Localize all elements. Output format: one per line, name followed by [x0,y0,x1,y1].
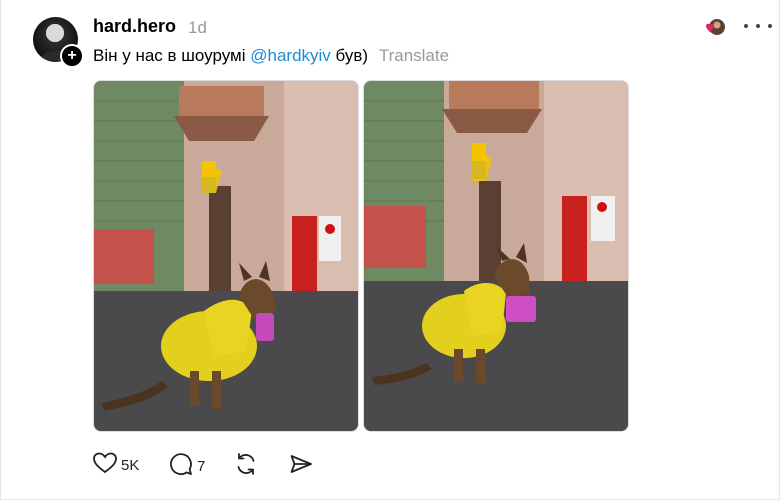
post-photo-2[interactable] [363,80,629,432]
follow-plus-icon[interactable]: + [60,44,84,68]
caption-text-end: був) [330,46,369,65]
caption-text: Він у нас в шоурумі [93,46,251,65]
dog-photo-1 [94,81,358,431]
repost-icon [234,452,258,481]
share-icon [289,452,313,481]
reply-count: 7 [197,458,206,475]
post-caption: Він у нас в шоурумі @hardkyiv був) Trans… [93,46,449,66]
like-count: 5K [121,457,140,474]
like-button[interactable]: 5K [93,452,139,479]
dog-photo-2 [364,81,628,431]
reply-button[interactable]: 7 [169,452,205,481]
post-card: + hard.hero 1d Він у нас в шоурумі @hard… [0,0,780,500]
post-photo-1[interactable] [93,80,359,432]
share-button[interactable] [289,452,313,481]
post-time: 1d [188,18,207,37]
mention-link[interactable]: @hardkyiv [250,46,331,65]
username[interactable]: hard.hero [93,16,176,37]
heart-icon [93,452,117,479]
more-options-icon[interactable] [744,16,772,36]
translate-link[interactable]: Translate [379,46,449,65]
comment-icon [169,452,193,481]
reaction-avatars-icon[interactable] [701,18,729,38]
repost-button[interactable] [234,452,258,481]
